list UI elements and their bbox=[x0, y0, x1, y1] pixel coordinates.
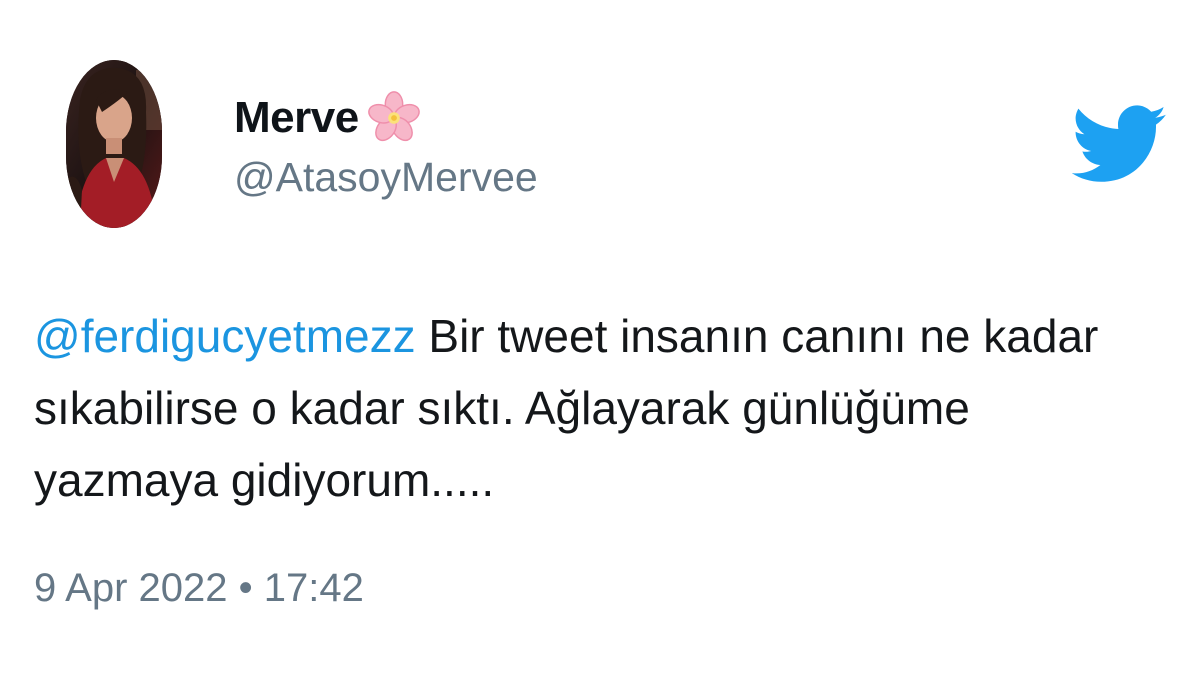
tweet-date: 9 Apr 2022 bbox=[34, 566, 228, 610]
tweet-time: 17:42 bbox=[263, 566, 364, 610]
avatar-photo bbox=[66, 60, 162, 228]
cherry-blossom-icon bbox=[367, 91, 420, 142]
timestamp-separator: • bbox=[238, 566, 253, 610]
tweet-timestamp[interactable]: 9 Apr 2022 • 17:42 bbox=[34, 566, 364, 611]
avatar[interactable] bbox=[66, 60, 162, 228]
tweet-text: @ferdigucyetmezz Bir tweet insanın canın… bbox=[34, 300, 1164, 516]
tweet-card: Merve @AtasoyMervee @ferdigucyetmezz Bir… bbox=[0, 0, 1200, 675]
twitter-bird-icon[interactable] bbox=[1072, 104, 1168, 186]
display-name-row: Merve bbox=[234, 88, 423, 148]
display-name[interactable]: Merve bbox=[234, 93, 359, 143]
tweet-mention-link[interactable]: @ferdigucyetmezz bbox=[34, 310, 416, 362]
user-handle[interactable]: @AtasoyMervee bbox=[234, 154, 538, 201]
